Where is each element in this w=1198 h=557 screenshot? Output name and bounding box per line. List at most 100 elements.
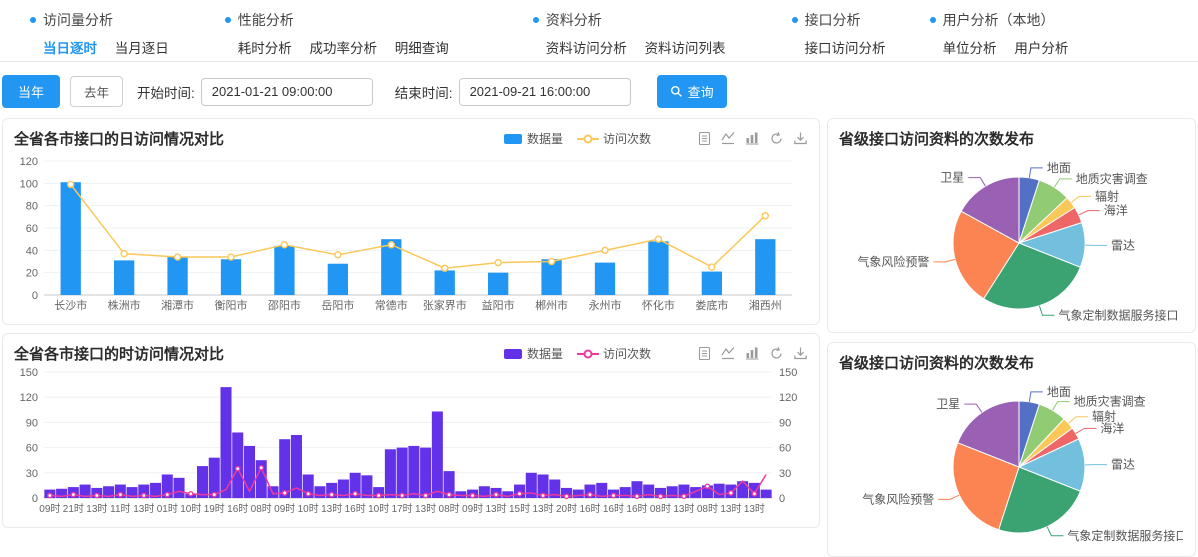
svg-text:0: 0 (32, 290, 38, 302)
svg-text:30: 30 (779, 468, 791, 480)
daily-combo-chart[interactable]: 020406080100120长沙市株洲市湘潭市衡阳市邵阳市岳阳市常德市张家界市… (14, 149, 808, 317)
svg-text:13时: 13时 (486, 503, 507, 515)
end-time-input[interactable] (459, 78, 631, 106)
legend-swatch (504, 349, 522, 359)
svg-text:株洲市: 株洲市 (108, 298, 141, 312)
nav-group-visits: 访问量分析 当日逐时 当月逐日 (30, 10, 183, 61)
chart-title: 全省各市接口的日访问情况对比 (14, 128, 503, 149)
bullet-icon (30, 17, 36, 23)
svg-text:气象风险预警: 气象风险预警 (857, 254, 929, 269)
svg-text:11时: 11时 (110, 503, 130, 515)
svg-text:20时: 20时 (556, 503, 577, 515)
nav-group-title: 访问量分析 (43, 10, 113, 30)
svg-text:90: 90 (779, 417, 791, 429)
nav-item-data-access-list[interactable]: 资料访问列表 (645, 41, 726, 56)
svg-text:15时: 15时 (509, 503, 530, 515)
legend-data-volume[interactable]: 数据量 (503, 130, 563, 147)
svg-text:120: 120 (20, 156, 38, 168)
nav-item-success-rate[interactable]: 成功率分析 (310, 41, 378, 56)
filter-toolbar: 当年 去年 开始时间: 结束时间: 查询 (0, 62, 1198, 106)
svg-text:张家界市: 张家界市 (423, 298, 467, 312)
restore-icon[interactable] (769, 346, 784, 361)
legend-visit-count[interactable]: 访问次数 (577, 130, 651, 147)
download-icon[interactable] (793, 346, 808, 361)
svg-text:气象定制数据服务接口: 气象定制数据服务接口 (1067, 528, 1183, 543)
svg-text:10时: 10时 (180, 503, 201, 515)
line-chart-icon[interactable] (721, 131, 736, 146)
nav-item-data-access-analysis[interactable]: 资料访问分析 (546, 41, 627, 56)
nav-group-performance: 性能分析 耗时分析 成功率分析 明细查询 (225, 10, 463, 61)
svg-text:13时: 13时 (133, 503, 154, 515)
svg-text:16时: 16时 (579, 503, 600, 515)
download-icon[interactable] (793, 131, 808, 146)
nav-item-detail-query[interactable]: 明细查询 (395, 41, 449, 56)
data-view-icon[interactable] (697, 346, 712, 361)
bar-chart-icon[interactable] (745, 346, 760, 361)
svg-text:10时: 10时 (368, 503, 389, 515)
pie-card-top: 省级接口访问资料的次数发布 地面地质灾害调查辐射海洋雷达气象定制数据服务接口气象… (827, 118, 1196, 333)
svg-text:雷达: 雷达 (1111, 458, 1135, 472)
svg-text:16时: 16时 (345, 503, 366, 515)
bullet-icon (930, 17, 936, 23)
svg-text:09时: 09时 (462, 503, 483, 515)
svg-text:怀化市: 怀化市 (642, 298, 675, 312)
svg-text:郴州市: 郴州市 (535, 298, 568, 312)
svg-text:地质灾害调查: 地质灾害调查 (1074, 394, 1146, 409)
svg-text:08时: 08时 (650, 503, 671, 515)
svg-text:湘西州: 湘西州 (749, 298, 782, 312)
svg-text:60: 60 (26, 443, 38, 455)
nav-item-time-cost[interactable]: 耗时分析 (238, 41, 292, 56)
svg-text:30: 30 (26, 468, 38, 480)
top-navigation: 访问量分析 当日逐时 当月逐日 性能分析 耗时分析 成功率分析 明细查询 资料分… (0, 0, 1198, 62)
svg-text:19时: 19时 (204, 503, 225, 515)
svg-text:气象风险预警: 气象风险预警 (862, 491, 934, 506)
svg-text:卫星: 卫星 (940, 171, 964, 185)
svg-text:10时: 10时 (298, 503, 319, 515)
search-button[interactable]: 查询 (657, 75, 727, 108)
svg-text:09时: 09时 (39, 503, 60, 515)
nav-item-hourly-today[interactable]: 当日逐时 (43, 41, 97, 56)
pie-chart-bottom[interactable]: 地面地质灾害调查辐射海洋雷达气象定制数据服务接口气象风险预警卫星 (839, 373, 1183, 549)
svg-text:13时: 13时 (86, 503, 107, 515)
line-chart-icon[interactable] (721, 346, 736, 361)
nav-group-users: 用户分析（本地） 单位分析 用户分析 (930, 10, 1083, 61)
nav-item-interface-access-analysis[interactable]: 接口访问分析 (805, 41, 886, 56)
svg-text:08时: 08时 (697, 503, 718, 515)
data-view-icon[interactable] (697, 131, 712, 146)
chart-title: 省级接口访问资料的次数发布 (839, 352, 1184, 373)
svg-text:地面: 地面 (1047, 161, 1071, 175)
chart-toolbox (697, 346, 808, 361)
start-time-label: 开始时间: (137, 82, 195, 102)
svg-text:13时: 13时 (532, 503, 553, 515)
legend-visit-count[interactable]: 访问次数 (577, 345, 651, 362)
svg-text:岳阳市: 岳阳市 (321, 298, 354, 312)
chart-title: 全省各市接口的时访问情况对比 (14, 343, 503, 364)
nav-item-unit-analysis[interactable]: 单位分析 (943, 41, 997, 56)
hourly-chart-card: 全省各市接口的时访问情况对比 数据量 访问次数 (2, 333, 820, 528)
hourly-combo-chart[interactable]: 0030306060909012012015015009时21时13时11时13… (14, 364, 808, 520)
restore-icon[interactable] (769, 131, 784, 146)
chart-legend: 数据量 访问次数 (503, 345, 651, 362)
chart-title: 省级接口访问资料的次数发布 (839, 128, 1184, 149)
legend-data-volume[interactable]: 数据量 (503, 345, 563, 362)
svg-text:长沙市: 长沙市 (54, 298, 87, 312)
svg-text:0: 0 (779, 493, 785, 505)
last-year-button[interactable]: 去年 (70, 76, 123, 107)
nav-item-daily-month[interactable]: 当月逐日 (115, 41, 169, 56)
legend-line-marker (577, 348, 599, 360)
svg-text:雷达: 雷达 (1111, 238, 1135, 252)
nav-item-user-analysis[interactable]: 用户分析 (1014, 41, 1068, 56)
this-year-button[interactable]: 当年 (2, 75, 60, 108)
svg-text:90: 90 (26, 417, 38, 429)
nav-group-title: 用户分析（本地） (943, 10, 1055, 30)
chart-legend: 数据量 访问次数 (503, 130, 651, 147)
start-time-input[interactable] (201, 78, 373, 106)
pie-chart-top[interactable]: 地面地质灾害调查辐射海洋雷达气象定制数据服务接口气象风险预警卫星 (839, 149, 1183, 325)
svg-text:08时: 08时 (251, 503, 272, 515)
daily-chart-card: 全省各市接口的日访问情况对比 数据量 访问次数 (2, 118, 820, 325)
svg-text:地面: 地面 (1047, 385, 1071, 399)
svg-text:16时: 16时 (626, 503, 647, 515)
svg-text:01时: 01时 (157, 503, 178, 515)
bar-chart-icon[interactable] (745, 131, 760, 146)
svg-text:13时: 13时 (720, 503, 741, 515)
